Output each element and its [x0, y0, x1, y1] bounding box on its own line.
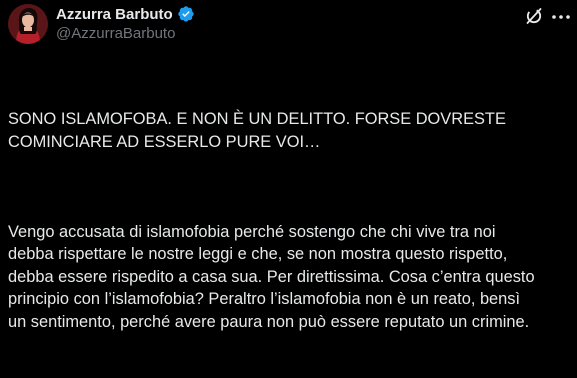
author-handle[interactable]: @AzzurraBarbuto — [56, 25, 175, 42]
post-text: SONO ISLAMOFOBA. E NON È UN DELITTO. FOR… — [8, 63, 576, 378]
post: Azzurra Barbuto @AzzurraBarbuto SONO ISL… — [0, 0, 577, 331]
post-headline: SONO ISLAMOFOBA. E NON È UN DELITTO. FOR… — [8, 110, 506, 151]
author-name-row: Azzurra Barbuto — [56, 4, 195, 24]
grok-icon[interactable] — [524, 6, 544, 26]
more-options-icon[interactable] — [550, 9, 572, 25]
avatar[interactable] — [8, 4, 48, 44]
verified-badge-icon — [177, 5, 195, 23]
author-display-name[interactable]: Azzurra Barbuto — [56, 6, 173, 23]
post-body-paragraph: Vengo accusata di islamofobia perché sos… — [8, 222, 535, 331]
